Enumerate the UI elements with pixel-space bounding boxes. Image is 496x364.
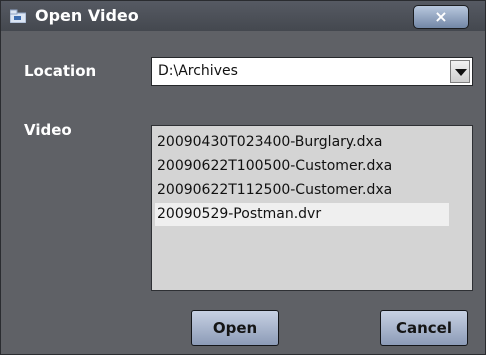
list-item[interactable]: 20090430T023400-Burglary.dxa [155,131,382,154]
chevron-down-icon[interactable] [450,60,470,83]
cancel-button-label: Cancel [395,319,452,337]
list-item[interactable]: 20090622T112500-Customer.dxa [155,179,392,202]
close-icon: × [434,7,448,26]
open-video-dialog: Open Video × Location D:\Archives Video … [0,0,486,355]
location-value: D:\Archives [158,63,238,79]
list-item[interactable]: 20090622T100500-Customer.dxa [155,155,392,178]
open-button[interactable]: Open [191,310,279,346]
open-button-label: Open [212,319,258,337]
location-label: Location [24,62,97,80]
cancel-button[interactable]: Cancel [380,310,468,346]
video-list[interactable]: 20090430T023400-Burglary.dxa 20090622T10… [151,125,473,291]
close-button[interactable]: × [413,5,469,29]
title-bar[interactable]: Open Video × [1,1,485,31]
location-select[interactable]: D:\Archives [151,57,473,86]
folder-video-icon [10,9,26,23]
video-label: Video [24,121,72,139]
list-item-selected[interactable]: 20090529-Postman.dvr [155,203,449,226]
window-title: Open Video [35,6,139,25]
